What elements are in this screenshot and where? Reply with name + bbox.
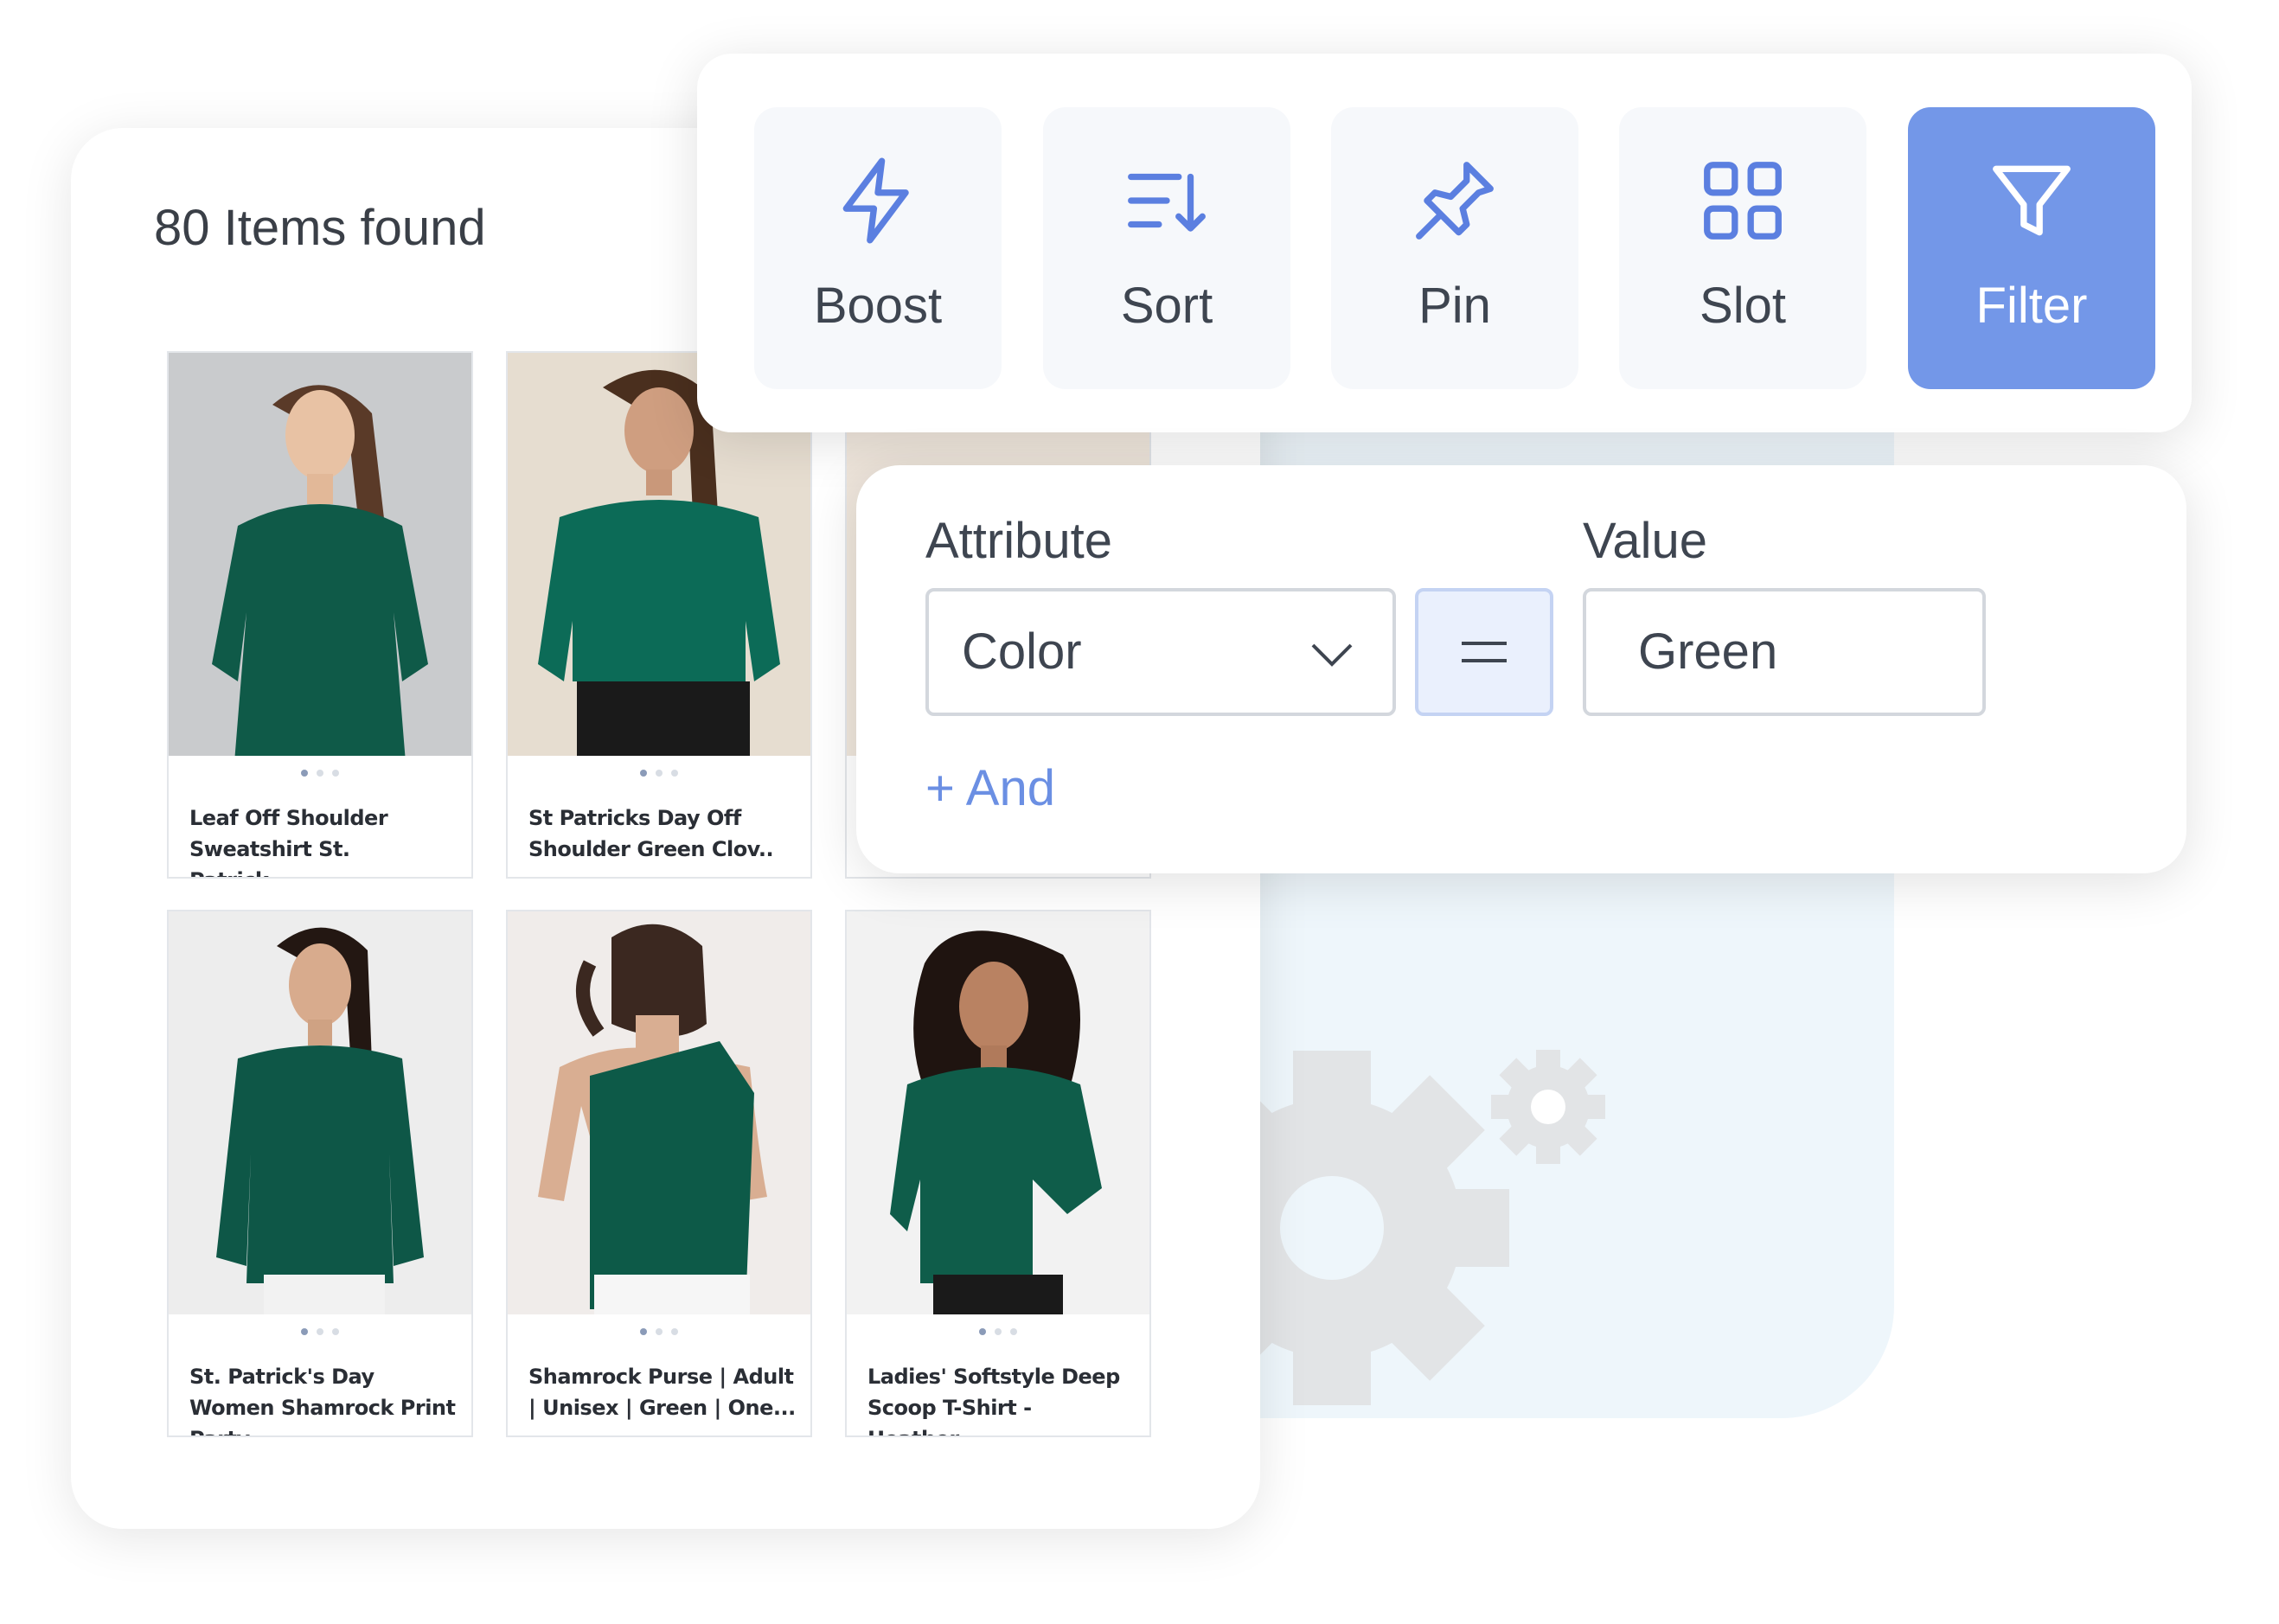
- value-input-text: Green: [1638, 623, 1778, 680]
- image-carousel-dots[interactable]: [169, 770, 471, 777]
- image-carousel-dots[interactable]: [169, 1328, 471, 1335]
- small-gear-icon: [1491, 1050, 1605, 1164]
- product-image: [169, 353, 471, 756]
- add-and-condition-button[interactable]: + And: [925, 759, 1055, 817]
- product-card[interactable]: St. Patrick's Day Women Shamrock Print P…: [167, 910, 473, 1437]
- product-title[interactable]: Shamrock Purse | Adult | Unisex | Green …: [528, 1361, 797, 1423]
- filter-rule-card: Attribute Value Color Green + And: [856, 465, 2186, 873]
- sort-button[interactable]: Sort: [1043, 107, 1290, 389]
- attribute-label: Attribute: [925, 513, 1112, 569]
- sort-label: Sort: [1120, 278, 1213, 334]
- value-label: Value: [1583, 513, 1708, 569]
- chevron-down-icon: [1311, 643, 1353, 667]
- slot-label: Slot: [1700, 278, 1786, 334]
- filter-button[interactable]: Filter: [1908, 107, 2155, 389]
- boost-button[interactable]: Boost: [754, 107, 1002, 389]
- filter-label: Filter: [1975, 278, 2088, 334]
- pin-icon: [1416, 162, 1494, 240]
- product-card[interactable]: Ladies' Softstyle Deep Scoop T-Shirt - H…: [845, 910, 1151, 1437]
- merchandising-toolbar: Boost Sort Pin Slot Filter: [697, 54, 2192, 432]
- image-carousel-dots[interactable]: [847, 1328, 1149, 1335]
- grid-icon: [1704, 162, 1782, 240]
- image-carousel-dots[interactable]: [508, 770, 810, 777]
- product-card[interactable]: Leaf Off Shoulder Sweatshirt St. Patrick…: [167, 351, 473, 879]
- operator-equals-button[interactable]: [1415, 588, 1553, 716]
- product-title[interactable]: St. Patrick's Day Women Shamrock Print P…: [189, 1361, 458, 1435]
- equals-icon: [1462, 642, 1507, 662]
- product-title[interactable]: Ladies' Softstyle Deep Scoop T-Shirt - H…: [867, 1361, 1136, 1435]
- pin-button[interactable]: Pin: [1331, 107, 1578, 389]
- filter-icon: [1993, 165, 2071, 236]
- sort-icon: [1128, 173, 1206, 232]
- attribute-select[interactable]: Color: [925, 588, 1396, 716]
- product-image: [508, 911, 810, 1314]
- product-card[interactable]: Shamrock Purse | Adult | Unisex | Green …: [506, 910, 812, 1437]
- lightning-icon: [842, 157, 909, 244]
- product-image: [847, 911, 1149, 1314]
- image-carousel-dots[interactable]: [508, 1328, 810, 1335]
- results-count: 80 Items found: [154, 200, 486, 256]
- boost-label: Boost: [813, 278, 943, 334]
- value-input[interactable]: Green: [1583, 588, 1986, 716]
- pin-label: Pin: [1418, 278, 1491, 334]
- product-title[interactable]: Leaf Off Shoulder Sweatshirt St. Patrick…: [189, 802, 458, 877]
- attribute-select-value: Color: [962, 623, 1082, 680]
- slot-button[interactable]: Slot: [1619, 107, 1866, 389]
- product-image: [169, 911, 471, 1314]
- product-title[interactable]: St Patricks Day Off Shoulder Green Clov.…: [528, 802, 797, 865]
